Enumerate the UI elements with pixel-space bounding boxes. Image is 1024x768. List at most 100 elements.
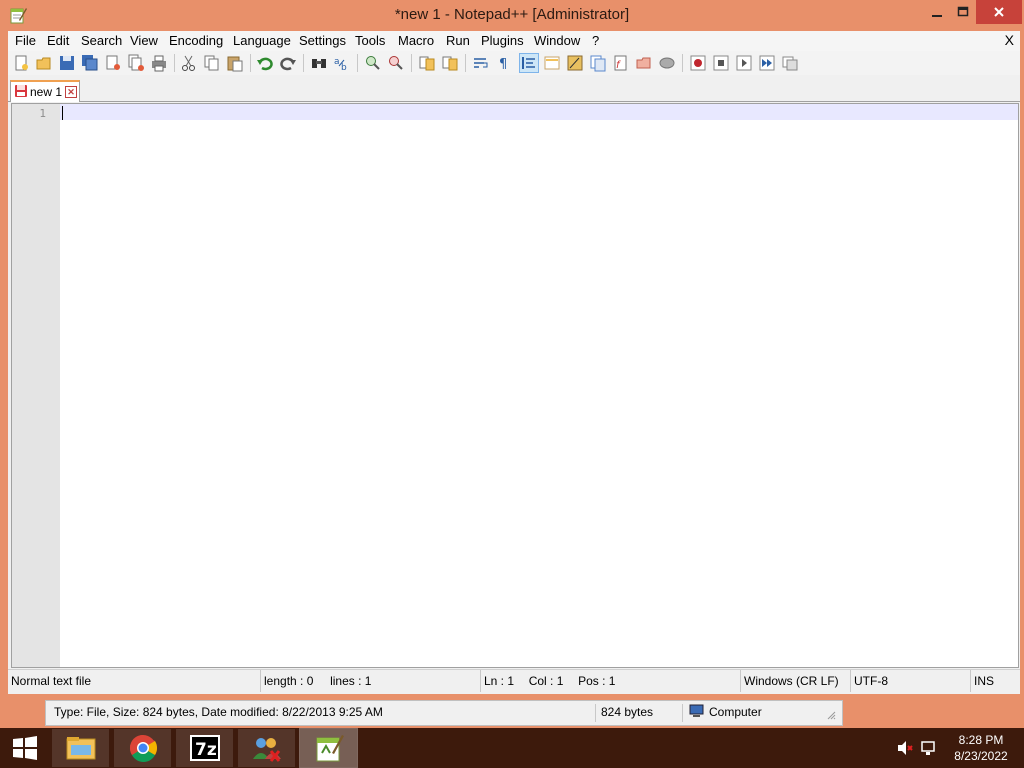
word-wrap-icon[interactable] — [472, 54, 490, 72]
taskbar: 7z 8:28 PM 8/23/2022 — [0, 728, 1024, 768]
resize-grip-icon[interactable] — [826, 709, 836, 723]
menu-view[interactable]: View — [128, 33, 160, 48]
status-eol[interactable]: Windows (CR LF) — [741, 670, 851, 692]
file-explorer-icon — [66, 737, 95, 760]
zoom-in-icon[interactable] — [364, 54, 382, 72]
clock-time: 8:28 PM — [958, 733, 1004, 747]
document-map-icon[interactable] — [566, 54, 584, 72]
cut-icon[interactable] — [180, 54, 198, 72]
replace-icon[interactable]: ab — [333, 54, 351, 73]
open-file-icon[interactable] — [35, 54, 53, 72]
line-number-gutter[interactable]: 1 — [12, 104, 60, 667]
menu-run[interactable]: Run — [444, 33, 472, 48]
taskbar-network-app[interactable] — [238, 729, 295, 767]
minimize-icon — [932, 15, 942, 17]
close-document-button[interactable]: X — [1005, 32, 1014, 48]
menu-tools[interactable]: Tools — [353, 33, 387, 48]
toolbar-separator — [174, 54, 175, 72]
computer-icon — [689, 703, 705, 722]
sync-vertical-icon[interactable] — [418, 54, 436, 72]
folder-icon[interactable] — [635, 54, 653, 72]
menu-bar: File Edit Search View Encoding Language … — [8, 31, 1020, 51]
status-lines: lines : 1 — [330, 674, 372, 688]
status-length: length : 0 — [264, 674, 314, 688]
current-line-highlight — [60, 104, 1018, 120]
toolbar: ab ¶ f — [8, 51, 1020, 75]
taskbar-clock[interactable]: 8:28 PM 8/23/2022 — [944, 732, 1018, 764]
status-file-type: Normal text file — [8, 670, 261, 692]
play-macro-icon[interactable] — [735, 54, 753, 72]
toolbar-separator — [250, 54, 251, 72]
network-app-icon — [252, 738, 281, 762]
status-encoding[interactable]: UTF-8 — [851, 670, 971, 692]
toolbar-separator — [357, 54, 358, 72]
close-window-button[interactable] — [976, 0, 1022, 24]
menu-search[interactable]: Search — [79, 33, 124, 48]
maximize-icon — [957, 6, 969, 17]
copy-icon[interactable] — [203, 54, 221, 72]
tab-label: new 1 — [30, 85, 63, 99]
record-macro-icon[interactable] — [689, 54, 707, 72]
line-number: 1 — [39, 107, 46, 120]
user-language-icon[interactable] — [543, 54, 561, 72]
status-separator — [595, 704, 596, 722]
save-all-icon[interactable] — [81, 54, 99, 72]
status-ln: Ln : 1 — [484, 674, 515, 688]
redo-icon[interactable] — [279, 54, 297, 72]
save-macro-icon[interactable] — [781, 54, 799, 72]
menu-file[interactable]: File — [13, 33, 38, 48]
status-length-lines: length : 0 lines : 1 — [261, 670, 481, 692]
menu-edit[interactable]: Edit — [45, 33, 71, 48]
find-icon[interactable] — [310, 54, 328, 72]
notepadpp-icon — [316, 735, 344, 762]
svg-text:b: b — [341, 63, 347, 72]
menu-encoding[interactable]: Encoding — [167, 33, 225, 48]
close-all-icon[interactable] — [127, 54, 145, 72]
menu-settings[interactable]: Settings — [297, 33, 348, 48]
zoom-out-icon[interactable] — [387, 54, 405, 72]
title-bar[interactable]: *new 1 - Notepad++ [Administrator] — [0, 0, 1024, 31]
paste-icon[interactable] — [226, 54, 244, 72]
status-bar: Normal text file length : 0 lines : 1 Ln… — [8, 669, 1020, 694]
maximize-button[interactable] — [946, 0, 980, 24]
7zip-icon: 7z — [189, 735, 220, 761]
print-icon[interactable] — [150, 54, 168, 72]
taskbar-notepadpp[interactable] — [299, 728, 358, 768]
svg-text:a: a — [334, 57, 340, 67]
status-insert-mode[interactable]: INS — [971, 670, 1020, 692]
menu-macro[interactable]: Macro — [396, 33, 436, 48]
function-list-icon[interactable] — [589, 54, 607, 72]
indent-guide-icon[interactable] — [519, 53, 539, 73]
tab-close-icon[interactable]: ✕ — [65, 86, 77, 98]
menu-plugins[interactable]: Plugins — [479, 33, 526, 48]
save-icon[interactable] — [58, 54, 76, 72]
taskbar-7zip[interactable]: 7z — [176, 729, 233, 767]
menu-help[interactable]: ? — [590, 33, 601, 48]
start-button[interactable] — [0, 729, 50, 767]
new-file-icon[interactable] — [12, 54, 30, 72]
chrome-icon — [129, 734, 157, 762]
tab-new-1[interactable]: new 1 ✕ — [10, 80, 80, 102]
undo-icon[interactable] — [256, 54, 274, 72]
close-icon[interactable] — [104, 54, 122, 72]
status-separator — [682, 704, 683, 722]
text-caret — [62, 106, 63, 120]
sync-horizontal-icon[interactable] — [441, 54, 459, 72]
show-all-characters-icon[interactable]: ¶ — [495, 54, 513, 72]
volume-muted-icon[interactable] — [896, 740, 914, 759]
menu-language[interactable]: Language — [231, 33, 293, 48]
stop-recording-icon[interactable] — [712, 54, 730, 72]
editor-area[interactable]: 1 — [11, 103, 1019, 668]
toolbar-separator — [303, 54, 304, 72]
taskbar-file-explorer[interactable] — [52, 729, 109, 767]
tab-bar: new 1 ✕ — [8, 75, 1020, 102]
network-status-icon[interactable] — [920, 740, 938, 759]
folder-as-workspace-icon[interactable]: f — [612, 54, 630, 72]
taskbar-chrome[interactable] — [114, 729, 171, 767]
monitoring-icon[interactable] — [658, 54, 676, 72]
toolbar-separator — [465, 54, 466, 72]
explorer-file-size: 824 bytes — [601, 705, 654, 719]
menu-window[interactable]: Window — [532, 33, 582, 48]
run-macro-multiple-icon[interactable] — [758, 54, 776, 72]
toolbar-separator — [411, 54, 412, 72]
